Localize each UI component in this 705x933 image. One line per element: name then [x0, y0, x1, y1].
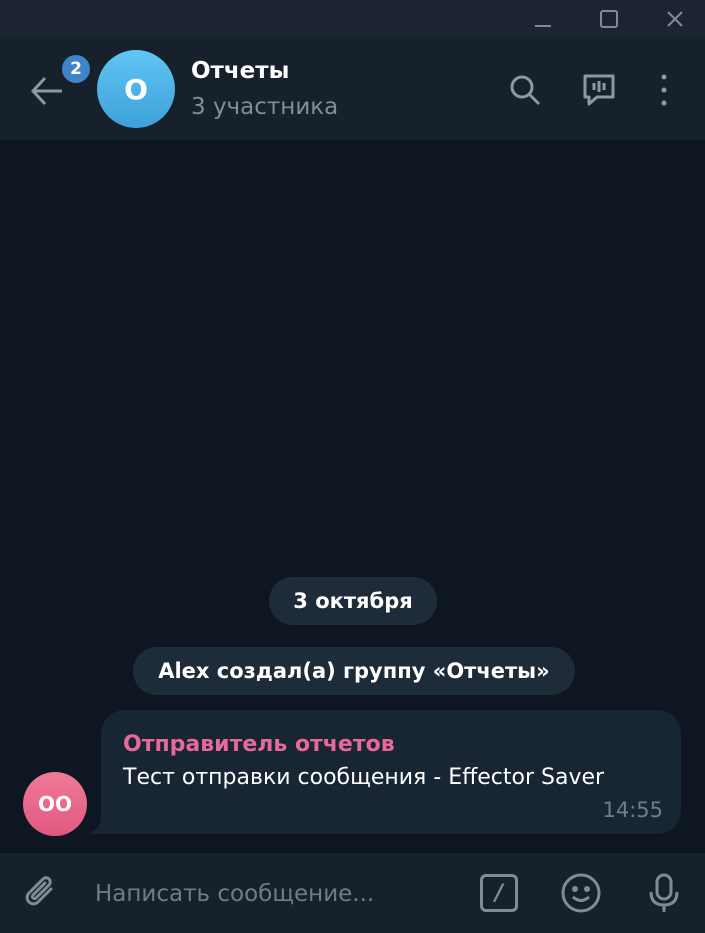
close-button[interactable] [645, 0, 705, 38]
title-bar [0, 0, 705, 38]
voice-chat-icon [583, 74, 615, 106]
message-input[interactable] [95, 877, 455, 911]
maximize-button[interactable] [579, 0, 639, 38]
bot-commands-button[interactable]: / [477, 871, 521, 915]
maximize-icon [600, 10, 618, 28]
unread-badge: 2 [59, 52, 93, 86]
chat-members-count[interactable]: 3 участника [191, 94, 338, 120]
message-composer: / [0, 853, 705, 933]
search-icon [510, 75, 541, 106]
close-icon [667, 11, 683, 27]
more-menu-button[interactable] [642, 68, 686, 112]
telegram-window: 2 О Отчеты 3 участника 3 октября Alex со… [0, 0, 705, 933]
date-separator: 3 октября [269, 577, 437, 625]
service-message: Alex создал(а) группу «Отчеты» [133, 647, 575, 695]
more-vertical-icon [661, 74, 667, 106]
group-avatar[interactable]: О [97, 50, 175, 128]
emoji-icon [561, 873, 601, 913]
message-bubble[interactable]: Отправитель отчетов Тест отправки сообще… [101, 710, 681, 834]
sender-avatar[interactable]: ОО [23, 772, 87, 836]
message-text: Тест отправки сообщения - Effector Saver [123, 765, 605, 790]
search-button[interactable] [503, 68, 547, 112]
slash-command-icon: / [480, 874, 518, 912]
chat-title[interactable]: Отчеты [191, 58, 289, 84]
message-sender[interactable]: Отправитель отчетов [123, 732, 395, 757]
voice-record-button[interactable] [642, 871, 686, 915]
attach-button[interactable] [19, 871, 63, 915]
minimize-icon [535, 25, 551, 27]
chat-header: 2 О Отчеты 3 участника [0, 38, 705, 140]
paperclip-icon [25, 876, 53, 906]
message-time: 14:55 [602, 798, 663, 822]
minimize-button[interactable] [513, 0, 573, 38]
voice-chat-button[interactable] [577, 68, 621, 112]
emoji-button[interactable] [559, 871, 603, 915]
microphone-icon [649, 873, 679, 912]
